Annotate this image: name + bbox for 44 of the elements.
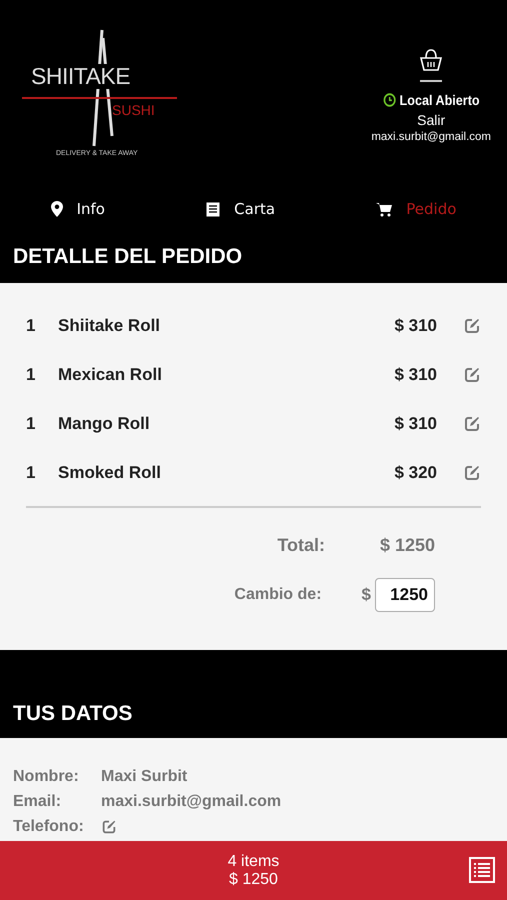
field-value: Maxi Surbit [101,768,188,786]
item-price: $ 310 [394,316,437,336]
item-quantity: 1 [26,316,36,336]
edit-icon[interactable] [463,464,481,482]
item-price: $ 310 [394,364,437,384]
item-name: Mexican Roll [58,364,163,384]
change-label: Cambio de: [234,586,322,604]
location-pin-icon [50,201,63,217]
total-label: Total: [277,534,325,556]
store-status: Local Abierto [399,92,480,108]
edit-icon[interactable] [463,414,481,432]
cart-summary-bar[interactable]: 4 items $ 1250 [0,841,507,900]
edit-icon[interactable] [463,316,481,334]
field-value: maxi.surbit@gmail.com [101,792,282,810]
item-quantity: 1 [26,462,36,482]
total-value: $ 1250 [378,534,435,556]
nav-tab[interactable]: Info [42,196,113,222]
item-name: Mango Roll [58,414,151,434]
list-icon[interactable] [469,857,495,883]
item-name: Shiitake Roll [58,316,162,336]
logout-link[interactable]: Salir [417,112,446,128]
logo-name: SHIITAKE [31,64,130,90]
field-label: Email: [13,792,62,810]
change-input-field[interactable]: 1250 [375,578,435,612]
nav-tab[interactable]: Carta [198,196,284,222]
user-email: maxi.surbit@gmail.com [371,131,491,143]
edit-icon[interactable] [463,366,481,384]
cart-total: $ 1250 [229,870,278,888]
edit-icon[interactable] [101,818,117,834]
item-price: $ 320 [394,462,437,482]
field-label: Nombre: [13,768,80,786]
cart-count: 4 items [228,852,280,870]
logo-subtitle: SUSHI [112,102,155,118]
item-quantity: 1 [26,414,36,434]
list-icon [206,202,220,216]
section-title: TUS DATOS [0,650,507,738]
item-name: Smoked Roll [58,462,162,482]
item-price: $ 310 [394,414,437,434]
currency-symbol: $ [362,585,371,605]
basket-icon[interactable] [419,48,444,72]
item-quantity: 1 [26,364,36,384]
cart-icon [376,202,392,216]
section-title: DETALLE DEL PEDIDO [0,233,507,283]
field-label: Telefono: [13,818,85,836]
